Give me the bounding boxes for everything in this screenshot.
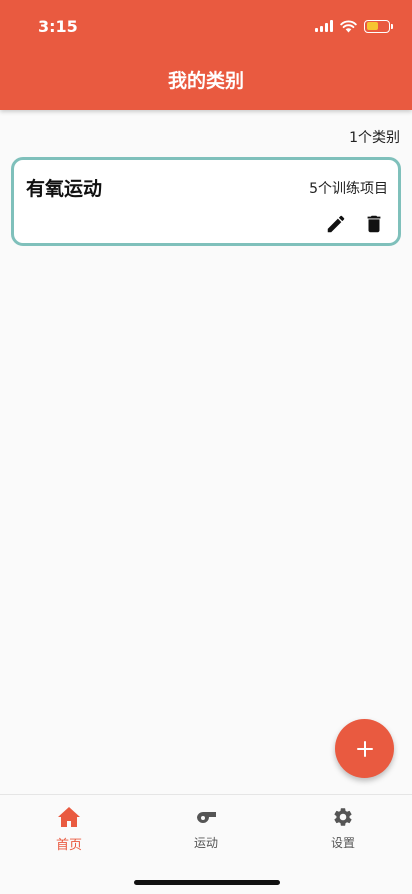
category-card[interactable]: 有氧运动 5个训练项目 [11, 157, 401, 246]
home-icon [58, 807, 80, 827]
status-bar: 3:15 [0, 0, 412, 52]
home-indicator [134, 880, 280, 885]
status-icons [315, 18, 393, 34]
bottom-navigation: 首页 运动 设置 [0, 794, 412, 894]
card-actions [324, 212, 386, 236]
page-title: 我的类别 [167, 70, 244, 92]
wifi-icon [340, 20, 357, 32]
pencil-icon [327, 215, 345, 233]
app-bar: 3:15 我的类别 [0, 0, 412, 110]
category-name: 有氧运动 [26, 178, 103, 200]
nav-item-settings[interactable]: 设置 [303, 805, 383, 851]
add-category-button[interactable] [335, 719, 394, 778]
trash-icon [367, 215, 381, 233]
nav-item-home[interactable]: 首页 [29, 805, 109, 853]
category-count: 1个类别 [349, 130, 400, 146]
nav-label-settings: 设置 [330, 836, 355, 850]
nav-label-exercise: 运动 [193, 836, 218, 850]
status-time: 3:15 [38, 17, 78, 36]
edit-button[interactable] [324, 212, 348, 236]
whistle-icon [197, 811, 216, 823]
gear-icon [334, 808, 352, 826]
battery-icon [364, 19, 393, 33]
nav-item-exercise[interactable]: 运动 [166, 805, 246, 851]
delete-button[interactable] [362, 212, 386, 236]
category-exercise-count: 5个训练项目 [309, 181, 388, 197]
plus-icon [356, 740, 373, 757]
cellular-signal-icon [315, 20, 333, 32]
nav-label-home: 首页 [55, 838, 82, 853]
